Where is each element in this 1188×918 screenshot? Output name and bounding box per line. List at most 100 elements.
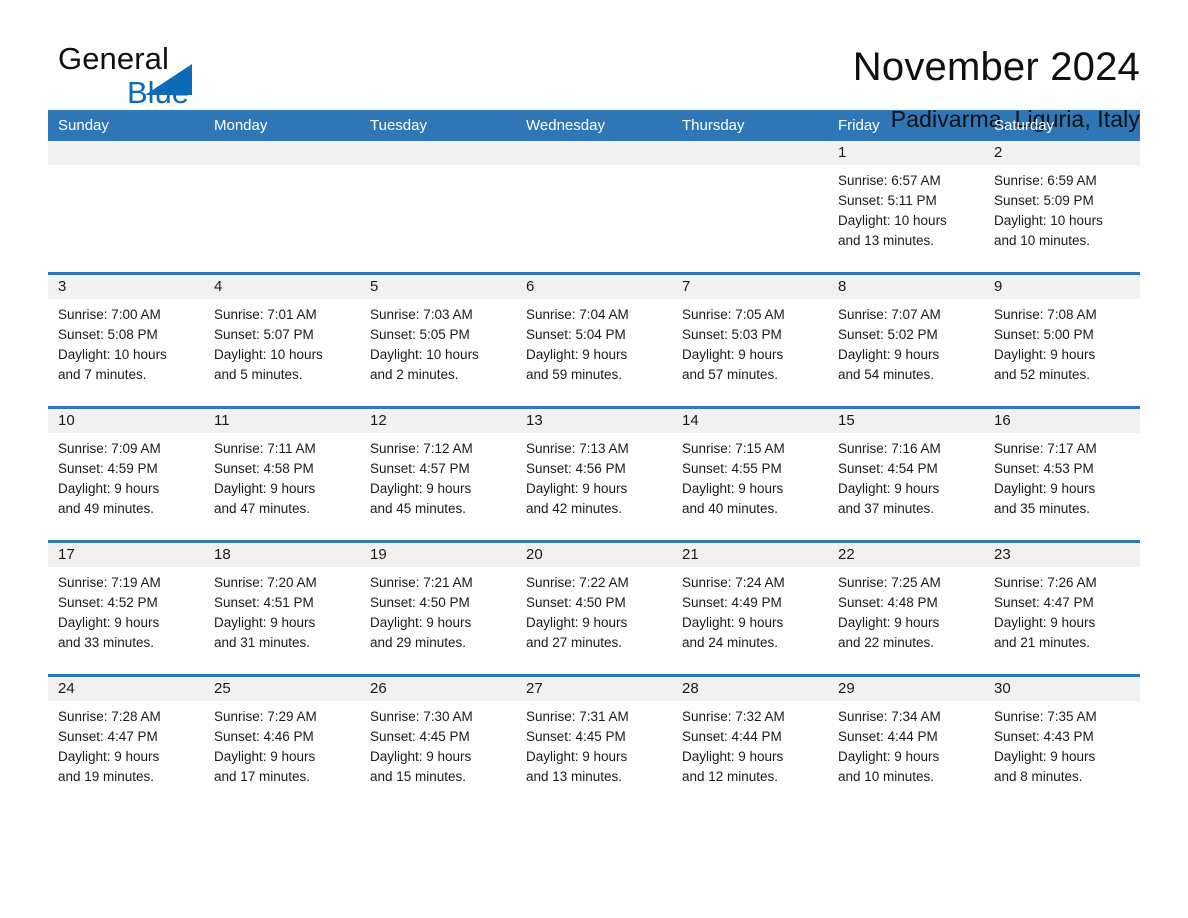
day-details: Sunrise: 7:22 AM Sunset: 4:50 PM Daylight:…: [516, 567, 672, 653]
calendar-day-cell[interactable]: 29 Sunrise: 7:34 AM Sunset: 4:44 PM Dayligh…: [828, 677, 984, 808]
daylight-text: and 10 minutes.: [838, 769, 935, 784]
daylight-text: and 22 minutes.: [838, 635, 935, 650]
daylight-text: and 13 minutes.: [838, 233, 935, 248]
weekday-header-wednesday: Wednesday: [526, 117, 605, 134]
calendar-day-cell[interactable]: 24 Sunrise: 7:28 AM Sunset: 4:47 PM Dayligh…: [48, 677, 204, 808]
day-number: 6: [526, 278, 535, 295]
daylight-text: and 21 minutes.: [994, 635, 1091, 650]
calendar-day-cell[interactable]: 9 Sunrise: 7:08 AM Sunset: 5:00 PM Daylight…: [984, 275, 1140, 406]
calendar-day-cell[interactable]: 2 Sunrise: 6:59 AM Sunset: 5:09 PM Daylight…: [984, 141, 1140, 272]
day-number-band: 16: [984, 409, 1140, 433]
day-number-band: 28: [672, 677, 828, 701]
general-blue-logo[interactable]: General Blue: [48, 42, 248, 114]
day-number-band: 14: [672, 409, 828, 433]
daylight-text: and 42 minutes.: [526, 501, 623, 516]
daylight-text: and 15 minutes.: [370, 769, 467, 784]
day-number-band: 1: [828, 141, 984, 165]
daylight-text: Daylight: 9 hours: [370, 481, 472, 496]
daylight-text: Daylight: 9 hours: [214, 481, 316, 496]
calendar-day-cell[interactable]: 22 Sunrise: 7:25 AM Sunset: 4:48 PM Dayligh…: [828, 543, 984, 674]
sunset-text: Sunset: 5:07 PM: [214, 327, 314, 342]
sunrise-text: Sunrise: 7:16 AM: [838, 441, 941, 456]
calendar-day-cell[interactable]: 14 Sunrise: 7:15 AM Sunset: 4:55 PM Dayligh…: [672, 409, 828, 540]
calendar-day-cell[interactable]: 21 Sunrise: 7:24 AM Sunset: 4:49 PM Dayligh…: [672, 543, 828, 674]
daylight-text: Daylight: 10 hours: [58, 347, 167, 362]
sunrise-text: Sunrise: 7:35 AM: [994, 709, 1097, 724]
sunset-text: Sunset: 4:50 PM: [370, 595, 470, 610]
calendar-day-cell[interactable]: 16 Sunrise: 7:17 AM Sunset: 4:53 PM Dayligh…: [984, 409, 1140, 540]
day-number: 28: [682, 680, 699, 697]
day-number-band: 20: [516, 543, 672, 567]
calendar-day-cell[interactable]: 18 Sunrise: 7:20 AM Sunset: 4:51 PM Dayligh…: [204, 543, 360, 674]
calendar-day-cell[interactable]: 15 Sunrise: 7:16 AM Sunset: 4:54 PM Dayligh…: [828, 409, 984, 540]
calendar-day-cell[interactable]: 10 Sunrise: 7:09 AM Sunset: 4:59 PM Dayligh…: [48, 409, 204, 540]
day-number-band: 19: [360, 543, 516, 567]
day-number: 10: [58, 412, 75, 429]
sunset-text: Sunset: 4:45 PM: [526, 729, 626, 744]
sunset-text: Sunset: 5:05 PM: [370, 327, 470, 342]
calendar-day-cell[interactable]: 8 Sunrise: 7:07 AM Sunset: 5:02 PM Daylight…: [828, 275, 984, 406]
sunrise-text: Sunrise: 7:22 AM: [526, 575, 629, 590]
day-number: 20: [526, 546, 543, 563]
sunrise-text: Sunrise: 7:32 AM: [682, 709, 785, 724]
day-number: 17: [58, 546, 75, 563]
day-details: Sunrise: 7:32 AM Sunset: 4:44 PM Daylight:…: [672, 701, 828, 787]
calendar-day-cell[interactable]: 4 Sunrise: 7:01 AM Sunset: 5:07 PM Daylight…: [204, 275, 360, 406]
daylight-text: and 5 minutes.: [214, 367, 303, 382]
calendar-day-cell[interactable]: 27 Sunrise: 7:31 AM Sunset: 4:45 PM Dayligh…: [516, 677, 672, 808]
sunrise-text: Sunrise: 7:31 AM: [526, 709, 629, 724]
calendar-day-cell[interactable]: 19 Sunrise: 7:21 AM Sunset: 4:50 PM Dayligh…: [360, 543, 516, 674]
calendar-day-cell[interactable]: 5 Sunrise: 7:03 AM Sunset: 5:05 PM Daylight…: [360, 275, 516, 406]
day-number-band: 2: [984, 141, 1140, 165]
day-details: Sunrise: 7:25 AM Sunset: 4:48 PM Daylight:…: [828, 567, 984, 653]
calendar-day-cell[interactable]: 13 Sunrise: 7:13 AM Sunset: 4:56 PM Dayligh…: [516, 409, 672, 540]
calendar-day-cell[interactable]: 3 Sunrise: 7:00 AM Sunset: 5:08 PM Daylight…: [48, 275, 204, 406]
sunrise-text: Sunrise: 7:15 AM: [682, 441, 785, 456]
calendar-grid: Sunday Monday Tuesday Wednesday Thursday…: [48, 110, 1140, 808]
day-number-band: 9: [984, 275, 1140, 299]
calendar-day-cell[interactable]: 6 Sunrise: 7:04 AM Sunset: 5:04 PM Daylight…: [516, 275, 672, 406]
calendar-day-cell[interactable]: 30 Sunrise: 7:35 AM Sunset: 4:43 PM Dayligh…: [984, 677, 1140, 808]
daylight-text: and 59 minutes.: [526, 367, 623, 382]
sunset-text: Sunset: 4:50 PM: [526, 595, 626, 610]
day-number-band: 24: [48, 677, 204, 701]
calendar-day-cell[interactable]: 7 Sunrise: 7:05 AM Sunset: 5:03 PM Daylight…: [672, 275, 828, 406]
calendar-day-cell[interactable]: 23 Sunrise: 7:26 AM Sunset: 4:47 PM Dayligh…: [984, 543, 1140, 674]
calendar-day-cell[interactable]: 25 Sunrise: 7:29 AM Sunset: 4:46 PM Dayligh…: [204, 677, 360, 808]
daylight-text: Daylight: 10 hours: [838, 213, 947, 228]
calendar-day-cell[interactable]: 28 Sunrise: 7:32 AM Sunset: 4:44 PM Dayligh…: [672, 677, 828, 808]
day-number-band: [48, 141, 204, 165]
sunset-text: Sunset: 5:11 PM: [838, 193, 937, 208]
calendar-day-cell[interactable]: 11 Sunrise: 7:11 AM Sunset: 4:58 PM Dayligh…: [204, 409, 360, 540]
daylight-text: and 49 minutes.: [58, 501, 155, 516]
page-title: November 2024: [852, 45, 1140, 89]
calendar-week-row: 17 Sunrise: 7:19 AM Sunset: 4:52 PM Dayligh…: [48, 540, 1140, 674]
calendar-day-cell[interactable]: 20 Sunrise: 7:22 AM Sunset: 4:50 PM Dayligh…: [516, 543, 672, 674]
daylight-text: and 24 minutes.: [682, 635, 779, 650]
weekday-header-saturday: Saturday: [994, 117, 1055, 134]
day-number: 8: [838, 278, 847, 295]
calendar-day-cell[interactable]: 12 Sunrise: 7:12 AM Sunset: 4:57 PM Dayligh…: [360, 409, 516, 540]
weekday-header-thursday: Thursday: [682, 117, 745, 134]
sunrise-text: Sunrise: 7:05 AM: [682, 307, 785, 322]
day-number: 30: [994, 680, 1011, 697]
sunrise-text: Sunrise: 7:12 AM: [370, 441, 473, 456]
sunset-text: Sunset: 4:46 PM: [214, 729, 314, 744]
day-number: 25: [214, 680, 231, 697]
day-number: 1: [838, 144, 847, 161]
sunset-text: Sunset: 5:04 PM: [526, 327, 626, 342]
sunset-text: Sunset: 4:58 PM: [214, 461, 314, 476]
day-number-band: 27: [516, 677, 672, 701]
daylight-text: and 2 minutes.: [370, 367, 459, 382]
calendar-day-cell[interactable]: 26 Sunrise: 7:30 AM Sunset: 4:45 PM Dayligh…: [360, 677, 516, 808]
calendar-day-cell[interactable]: 17 Sunrise: 7:19 AM Sunset: 4:52 PM Dayligh…: [48, 543, 204, 674]
daylight-text: and 19 minutes.: [58, 769, 155, 784]
calendar-day-cell[interactable]: 1 Sunrise: 6:57 AM Sunset: 5:11 PM Daylight…: [828, 141, 984, 272]
day-details: Sunrise: 6:59 AM Sunset: 5:09 PM Daylight:…: [984, 165, 1140, 251]
daylight-text: Daylight: 9 hours: [994, 615, 1096, 630]
daylight-text: Daylight: 9 hours: [838, 347, 940, 362]
day-details: Sunrise: 7:20 AM Sunset: 4:51 PM Daylight:…: [204, 567, 360, 653]
sunset-text: Sunset: 5:00 PM: [994, 327, 1094, 342]
day-number-band: 6: [516, 275, 672, 299]
sunrise-text: Sunrise: 7:20 AM: [214, 575, 317, 590]
